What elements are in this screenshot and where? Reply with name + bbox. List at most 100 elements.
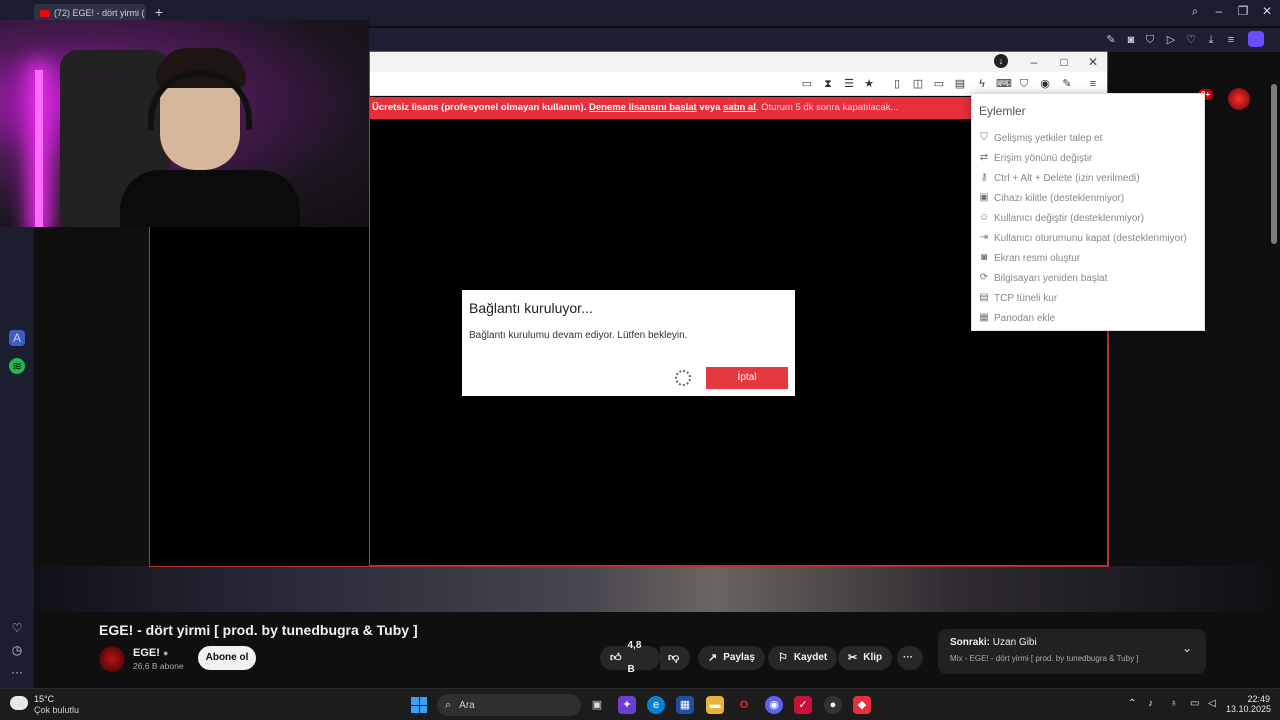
keyboard-icon[interactable]: ⌨ <box>996 77 1012 91</box>
subscribe-button[interactable]: Abone ol <box>198 646 256 670</box>
save-label: Kaydet <box>793 652 828 663</box>
close-icon[interactable]: ✕ <box>1085 54 1101 70</box>
monitor-icon[interactable]: ▭ <box>932 77 946 91</box>
volume-icon[interactable]: ◁ <box>1208 698 1216 709</box>
more-actions-button[interactable]: ··· <box>897 646 923 670</box>
system-clock[interactable]: 22:49 13.10.2025 <box>1226 694 1271 714</box>
up-next-video: Uzan Gibi <box>992 637 1037 648</box>
buy-link[interactable]: satın al <box>723 102 756 113</box>
speaker-icon[interactable]: ♪ <box>1148 698 1153 709</box>
microphone-icon[interactable]: ♁ <box>1170 698 1178 709</box>
chat-icon[interactable]: ▭ <box>800 77 814 91</box>
youtube-favicon-icon <box>40 9 50 17</box>
download-icon[interactable]: ↓ <box>994 54 1008 68</box>
menu-item-label: Kullanıcı değiştir (desteklenmiyor) <box>994 212 1145 224</box>
weather-condition[interactable]: Çok bulutlu <box>34 705 79 715</box>
camera-icon[interactable]: ◙ <box>1124 33 1138 47</box>
scrollbar[interactable] <box>1271 84 1277 244</box>
store-icon[interactable]: ▦ <box>676 696 694 714</box>
menu-item-tcp-tunnel[interactable]: ▤ TCP tüneli kur <box>978 289 1200 307</box>
hamburger-menu-icon[interactable]: ≡ <box>1086 77 1100 91</box>
menu-item-switch-direction[interactable]: ⇄ Erişim yönünü değiştir <box>978 149 1200 167</box>
opera-icon[interactable]: O <box>735 696 753 714</box>
menu-item-lock-device[interactable]: ▣ Cihazı kilitle (desteklenmiyor) <box>978 189 1200 207</box>
user-avatar[interactable] <box>1228 88 1250 110</box>
pen-icon[interactable]: ✎ <box>1060 77 1074 91</box>
minimize-icon[interactable]: – <box>1210 4 1228 18</box>
shield-icon[interactable]: ⛉ <box>1143 33 1157 47</box>
chevron-down-icon[interactable]: ⌄ <box>1182 641 1192 655</box>
share-button[interactable]: ↗ Paylaş <box>698 646 765 670</box>
display-icon[interactable]: ▭ <box>1190 698 1199 709</box>
menu-item-switch-user[interactable]: ☺ Kullanıcı değiştir (desteklenmiyor) <box>978 209 1200 227</box>
file-explorer-icon[interactable]: ▬ <box>706 696 724 714</box>
menu-item-restart[interactable]: ⟳ Bilgisayarı yeniden başlat <box>978 269 1200 287</box>
dialog-title: Bağlantı kuruluyor... <box>469 300 593 316</box>
clip-button[interactable]: ✂ Klip <box>838 646 893 670</box>
task-view-icon[interactable]: ▣ <box>588 696 606 714</box>
temperature[interactable]: 15°C <box>34 694 54 704</box>
account-icon[interactable] <box>1248 31 1264 47</box>
trial-license-link[interactable]: Deneme lisansını başlat <box>589 102 697 113</box>
lock-icon: ▣ <box>979 192 989 203</box>
maximize-icon[interactable]: □ <box>1056 54 1072 70</box>
shield-icon[interactable]: ⛉ <box>1017 77 1031 91</box>
download-icon[interactable]: ⤓ <box>1204 33 1218 47</box>
webcam-overlay <box>0 20 369 227</box>
share-label: Paylaş <box>723 652 755 663</box>
play-icon[interactable]: ▷ <box>1164 33 1178 47</box>
copilot-icon[interactable]: ✦ <box>618 696 636 714</box>
menu-icon[interactable]: ≡ <box>1224 33 1238 47</box>
remote-titlebar: ↓ – □ ✕ <box>370 52 1107 72</box>
new-tab-button[interactable]: + <box>152 5 166 19</box>
record-icon[interactable]: ◉ <box>1038 77 1052 91</box>
menu-item-elevated-rights[interactable]: ⛉ Gelişmiş yetkiler talep et <box>978 129 1200 147</box>
restore-icon[interactable]: ❐ <box>1234 4 1252 18</box>
split-icon[interactable]: ◫ <box>911 77 925 91</box>
up-next-subtitle: Mix - EGE! - dört yirmi [ prod. by tuned… <box>950 654 1139 663</box>
windows-start-icon[interactable] <box>411 697 427 713</box>
database-icon[interactable]: ☰ <box>842 77 856 91</box>
message-icon[interactable]: ▤ <box>953 77 967 91</box>
camera-icon: ◙ <box>980 252 988 263</box>
menu-item-logout[interactable]: ⇥ Kullanıcı oturumunu kapat (desteklenmiy… <box>978 229 1200 247</box>
channel-name[interactable]: EGE! ● <box>133 647 168 659</box>
aria-icon[interactable]: A <box>9 330 25 346</box>
more-icon[interactable]: ··· <box>9 664 25 680</box>
dialog-message: Bağlantı kurulumu devam ediyor. Lütfen b… <box>469 330 688 341</box>
dislike-button[interactable]: 👎︎ <box>660 646 690 670</box>
obs-icon[interactable]: ● <box>824 696 842 714</box>
heart-icon[interactable]: ♡ <box>1184 33 1198 47</box>
menu-item-screenshot[interactable]: ◙ Ekran resmi oluştur <box>978 249 1200 267</box>
cancel-button[interactable]: İptal <box>706 367 788 389</box>
edit-icon[interactable]: ✎ <box>1104 33 1118 47</box>
minimize-icon[interactable]: – <box>1026 54 1042 70</box>
spotify-icon[interactable]: ≋ <box>9 358 25 374</box>
close-icon[interactable]: ✕ <box>1258 4 1276 18</box>
file-icon[interactable]: ▯ <box>890 77 904 91</box>
discord-icon[interactable]: ◉ <box>765 696 783 714</box>
cloud-icon[interactable] <box>10 696 28 710</box>
up-next-card[interactable]: Sonraki: Uzan Gibi Mix - EGE! - dört yir… <box>938 629 1206 674</box>
search-tabs-icon[interactable]: ⌕ <box>1186 4 1204 19</box>
like-button[interactable]: 👍︎ 4,8 B <box>600 640 660 675</box>
heart-icon[interactable]: ♡ <box>9 620 25 636</box>
subscriber-count: 26,6 B abone <box>133 661 184 671</box>
tray-expand-icon[interactable]: ⌃ <box>1128 698 1136 709</box>
taskbar-search[interactable]: ⌕ Ara <box>437 694 581 716</box>
app-icon[interactable]: ✓ <box>794 696 812 714</box>
menu-item-ctrl-alt-del[interactable]: ⚷ Ctrl + Alt + Delete (izin verilmedi) <box>978 169 1200 187</box>
edge-icon[interactable]: e <box>647 696 665 714</box>
history-icon[interactable]: ◷ <box>9 642 25 658</box>
channel-avatar[interactable] <box>99 646 125 672</box>
lightning-icon[interactable]: ϟ <box>975 77 989 91</box>
save-button[interactable]: ⚐ Kaydet <box>768 646 838 670</box>
shield-icon: ⛉ <box>980 132 988 143</box>
share-icon: ↗ <box>708 652 718 664</box>
menu-item-paste[interactable]: ▦ Panodan ekle <box>978 309 1200 327</box>
clipboard-icon: ▦ <box>979 312 989 323</box>
hourglass-icon[interactable]: ⧗ <box>821 77 835 91</box>
star-icon[interactable]: ★ <box>862 77 876 91</box>
remote-desktop-icon[interactable]: ◆ <box>853 696 871 714</box>
thumbs-down-icon: 👎︎ <box>668 652 680 664</box>
